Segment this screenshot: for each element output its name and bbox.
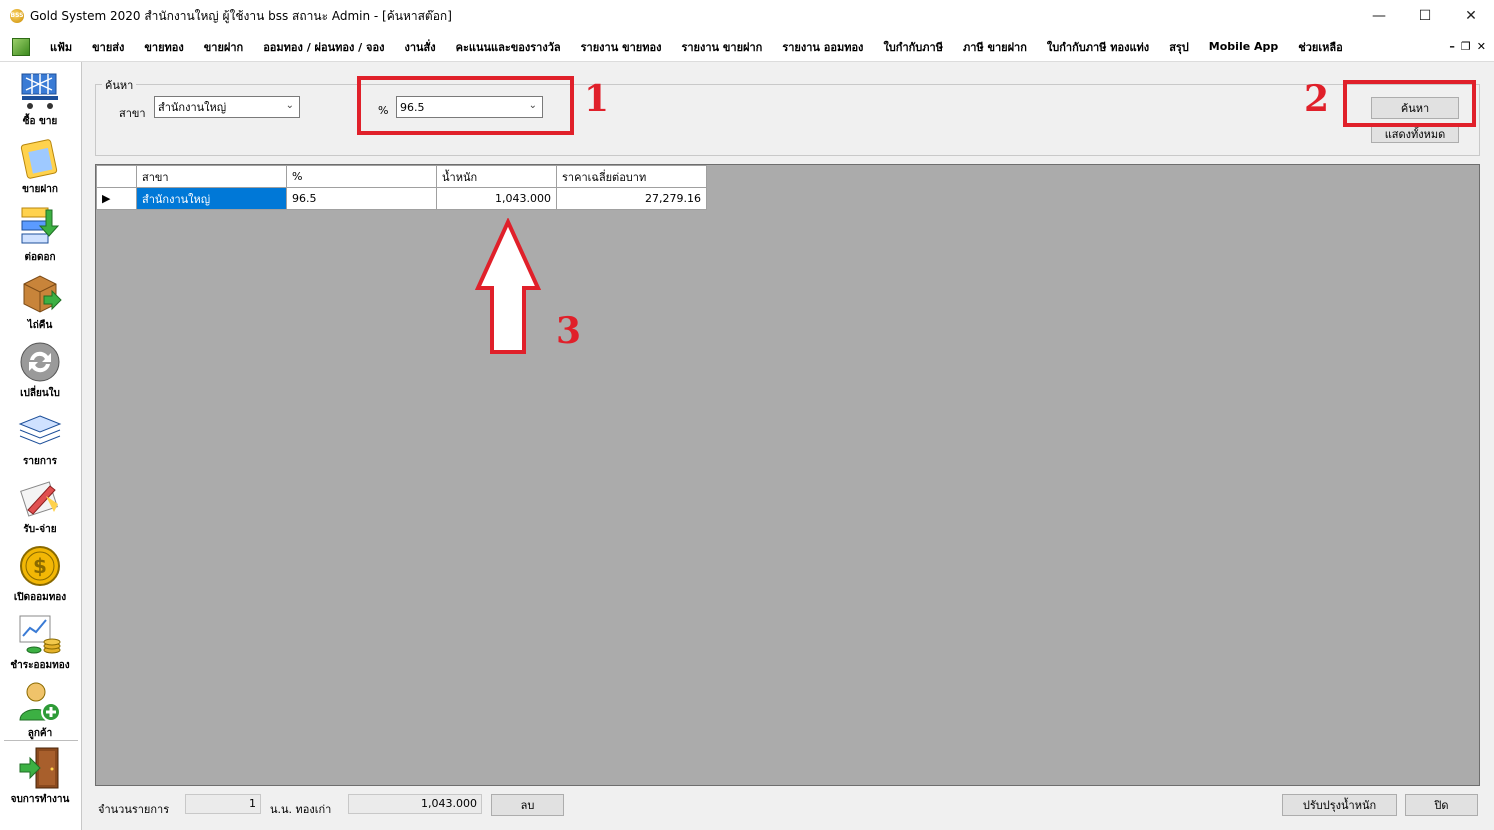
sidebar-item-label: เปิดออมทอง (13, 592, 67, 603)
cell-branch[interactable]: สำนักงานใหญ่ (136, 187, 287, 210)
menu-tax-invoice[interactable]: ใบกำกับภาษี (873, 38, 953, 56)
sidebar-item-list[interactable]: รายการ (0, 408, 80, 469)
row-header-corner (96, 165, 137, 188)
coin-icon: $ (18, 544, 62, 588)
cart-icon (18, 68, 62, 112)
sidebar-item-label: ขายฝาก (22, 184, 58, 195)
sidebar-item-pay-savings[interactable]: ชำระออมทอง (0, 612, 80, 673)
table-row[interactable]: ▶ สำนักงานใหญ่ 96.5 1,043.000 27,279.16 (96, 187, 707, 210)
table-header-row: สาขา % น้ำหนัก ราคาเฉลี่ยต่อบาท (96, 165, 707, 188)
sidebar-item-label: จบการทำงาน (10, 794, 70, 805)
menu-mobile-app[interactable]: Mobile App (1199, 40, 1288, 53)
branch-select[interactable]: สำนักงานใหญ่ ⌄ (154, 96, 300, 118)
sidebar-item-label: เปลี่ยนใบ (20, 388, 60, 399)
branch-label: สาขา (119, 107, 146, 120)
menu-orders[interactable]: งานสั่ง (394, 38, 445, 56)
menu-wholesale[interactable]: ขายส่ง (82, 38, 134, 56)
mdi-minimize-button[interactable]: – (1449, 40, 1455, 53)
delete-button[interactable]: ลบ (491, 794, 564, 816)
cell-weight[interactable]: 1,043.000 (436, 187, 557, 210)
maximize-button[interactable]: ☐ (1402, 0, 1448, 32)
menu-bar: แฟ้ม ขายส่ง ขายทอง ขายฝาก ออมทอง / ผ่อนท… (0, 32, 1494, 62)
old-gold-label: น.น. ทองเก่า (270, 803, 332, 816)
branch-select-value: สำนักงานใหญ่ (158, 101, 227, 114)
sidebar-item-exit[interactable]: จบการทำงาน (0, 746, 80, 807)
menu-tax-pawn[interactable]: ภาษี ขายฝาก (953, 38, 1037, 56)
menu-sell-gold[interactable]: ขายทอง (134, 38, 193, 56)
old-gold-field: 1,043.000 (348, 794, 482, 814)
count-label: จำนวนรายการ (98, 803, 170, 816)
row-selector-icon[interactable]: ▶ (96, 187, 137, 210)
transfer-icon (18, 204, 62, 248)
sidebar-item-label: รายการ (23, 456, 57, 467)
sidebar: ซื้อ ขาย ขายฝาก ต่อดอก ไถ่คืน เปลี่ยนใบ … (0, 62, 82, 830)
box-return-icon (18, 272, 62, 316)
chart-coins-icon (18, 612, 62, 656)
annotation-number-1: 1 (584, 78, 610, 120)
app-icon: BSS (10, 9, 24, 23)
sidebar-divider (4, 740, 78, 741)
sidebar-item-label: ลูกค้า (27, 728, 53, 739)
menu-file[interactable]: แฟ้ม (40, 38, 82, 56)
sidebar-item-label: ไถ่คืน (27, 320, 53, 331)
cell-avg-price[interactable]: 27,279.16 (556, 187, 707, 210)
adjust-weight-button[interactable]: ปรับปรุงน้ำหนัก (1282, 794, 1397, 816)
cell-percent[interactable]: 96.5 (286, 187, 437, 210)
customer-add-icon (18, 680, 62, 724)
exchange-icon (18, 340, 62, 384)
results-table: สาขา % น้ำหนัก ราคาเฉลี่ยต่อบาท ▶ สำนักง… (96, 165, 707, 210)
sidebar-item-customer[interactable]: ลูกค้า (0, 680, 80, 741)
sidebar-item-redeem[interactable]: ไถ่คืน (0, 272, 80, 333)
results-grid: สาขา % น้ำหนัก ราคาเฉลี่ยต่อบาท ▶ สำนักง… (95, 164, 1480, 786)
column-header-branch[interactable]: สาขา (136, 165, 287, 188)
svg-text:$: $ (33, 554, 47, 578)
title-bar: BSS Gold System 2020 สำนักงานใหญ่ ผู้ใช้… (0, 0, 1494, 32)
menu-summary[interactable]: สรุป (1159, 38, 1199, 56)
annotation-arrow-icon (474, 218, 542, 354)
search-group-title: ค้นหา (102, 76, 137, 94)
minimize-button[interactable]: — (1356, 0, 1402, 32)
exit-door-icon (18, 746, 62, 790)
menu-points[interactable]: คะแนนและของรางวัล (446, 38, 571, 56)
column-header-percent[interactable]: % (286, 165, 437, 188)
sidebar-item-receive-pay[interactable]: รับ-จ่าย (0, 476, 80, 537)
menu-savings[interactable]: ออมทอง / ผ่อนทอง / จอง (253, 38, 394, 56)
menu-tax-bullion[interactable]: ใบกำกับภาษี ทองแท่ง (1037, 38, 1159, 56)
sidebar-item-change-ticket[interactable]: เปลี่ยนใบ (0, 340, 80, 401)
close-window-button[interactable]: ✕ (1448, 0, 1494, 32)
mdi-close-button[interactable]: ✕ (1477, 40, 1486, 53)
annotation-number-3: 3 (556, 310, 582, 352)
show-all-button[interactable]: แสดงทั้งหมด (1371, 125, 1459, 143)
close-button[interactable]: ปิด (1405, 794, 1478, 816)
menu-help[interactable]: ช่วยเหลือ (1288, 38, 1352, 56)
menu-report-savings[interactable]: รายงาน ออมทอง (772, 38, 873, 56)
sidebar-item-label: ซื้อ ขาย (22, 116, 58, 127)
sidebar-item-open-savings[interactable]: $ เปิดออมทอง (0, 544, 80, 605)
annotation-box-percent (357, 76, 574, 135)
annotation-box-search (1343, 80, 1476, 127)
clipboard-icon (18, 136, 62, 180)
chevron-down-icon: ⌄ (285, 100, 294, 111)
sidebar-item-label: ชำระออมทอง (10, 660, 70, 671)
column-header-avg-price[interactable]: ราคาเฉลี่ยต่อบาท (556, 165, 707, 188)
sidebar-item-pawn[interactable]: ขายฝาก (0, 136, 80, 197)
count-field: 1 (185, 794, 261, 814)
annotation-number-2: 2 (1304, 78, 1330, 120)
app-menu-icon[interactable] (12, 37, 30, 56)
window-title: Gold System 2020 สำนักงานใหญ่ ผู้ใช้งาน … (30, 8, 452, 23)
sidebar-item-interest[interactable]: ต่อดอก (0, 204, 80, 265)
menu-report-pawn[interactable]: รายงาน ขายฝาก (671, 38, 772, 56)
menu-report-gold[interactable]: รายงาน ขายทอง (571, 38, 672, 56)
sidebar-item-label: รับ-จ่าย (23, 524, 57, 535)
pen-paper-icon (18, 476, 62, 520)
search-group (95, 84, 1480, 156)
sidebar-item-buy-sell[interactable]: ซื้อ ขาย (0, 68, 80, 129)
sidebar-item-label: ต่อดอก (24, 252, 56, 263)
menu-pawn[interactable]: ขายฝาก (194, 38, 253, 56)
column-header-weight[interactable]: น้ำหนัก (436, 165, 557, 188)
mdi-restore-button[interactable]: ❐ (1461, 40, 1471, 53)
layers-icon (18, 408, 62, 452)
